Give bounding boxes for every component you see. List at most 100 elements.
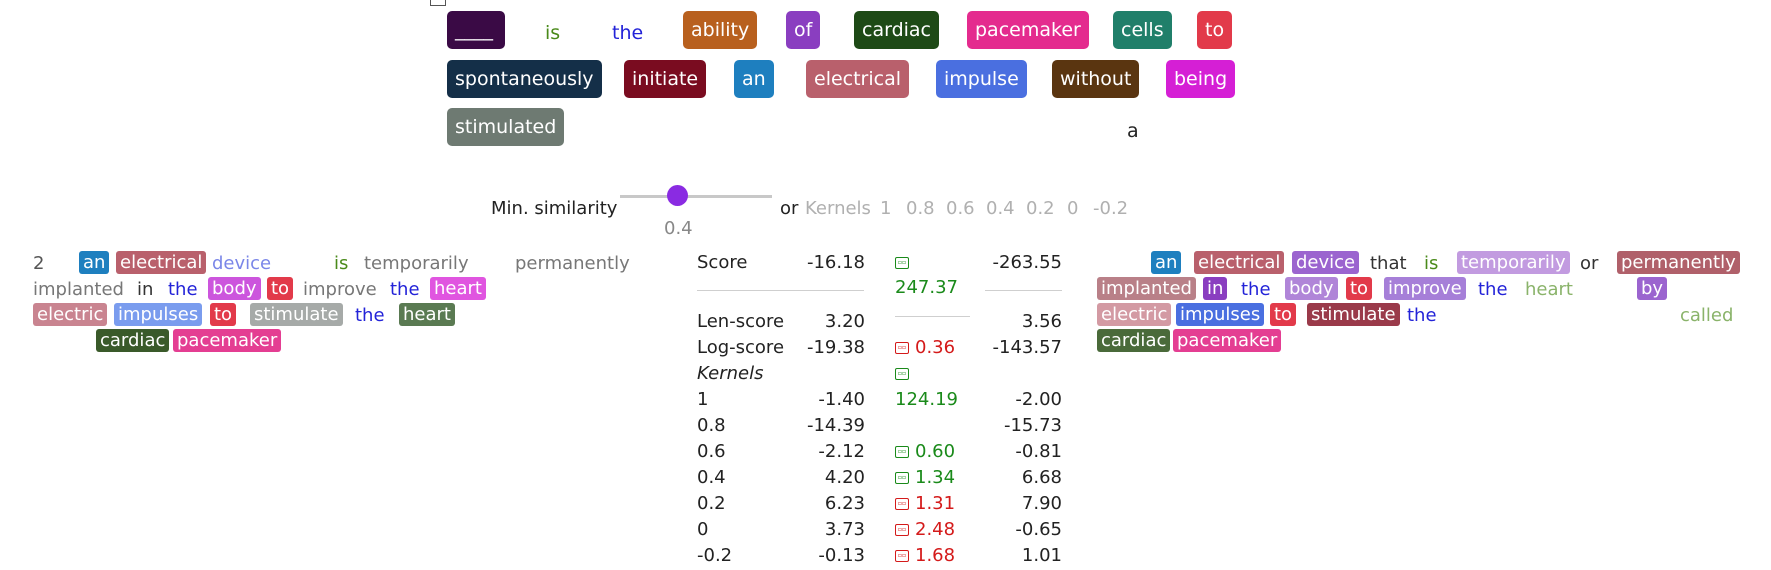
- passage-index: 2: [33, 253, 45, 274]
- kernel-key: 0.8: [697, 415, 726, 436]
- divider: [985, 290, 1062, 291]
- passage-token: heart: [399, 303, 455, 326]
- score-delta-value: 247.37: [895, 277, 958, 298]
- passage-token: electric: [33, 303, 108, 326]
- decrease-icon: ▫▫: [895, 342, 909, 354]
- passage-token: to: [267, 277, 294, 300]
- passage-token: the: [355, 305, 385, 326]
- score-delta: ▫▫: [895, 252, 915, 274]
- passage-token: implanted: [1097, 277, 1196, 300]
- kernel-delta: ▫▫ 2.48: [895, 519, 955, 541]
- passage-token: to: [210, 303, 237, 326]
- min-similarity-value: 0.4: [664, 218, 693, 239]
- passage-token: body: [208, 277, 261, 300]
- passage-token: electrical: [1194, 251, 1285, 274]
- passage-token: heart: [430, 277, 486, 300]
- len-right: 3.56: [1021, 311, 1062, 332]
- log-delta: ▫▫ 0.36: [895, 337, 955, 359]
- slider-thumb[interactable]: [667, 185, 688, 206]
- passage-token: improve: [303, 279, 377, 300]
- kernels-option-label[interactable]: Kernels: [805, 198, 871, 220]
- log-label: Log-score: [697, 337, 785, 358]
- passage-token: the: [1478, 279, 1508, 300]
- kernel-left: 4.20: [824, 467, 865, 488]
- passage-token: pacemaker: [1173, 329, 1282, 352]
- resize-icon: [430, 0, 446, 6]
- kernel-left: 6.23: [824, 493, 865, 514]
- kernel-right: -15.73: [1003, 415, 1062, 436]
- kernel-right: 1.01: [1021, 545, 1062, 566]
- passage-token: the: [168, 279, 198, 300]
- question-word: cells: [1113, 11, 1172, 49]
- passage-token: impulses: [114, 303, 203, 326]
- divider: [697, 290, 864, 291]
- question-word: being: [1166, 60, 1236, 98]
- passage-token: device: [1292, 251, 1360, 274]
- question-word: of: [786, 11, 821, 49]
- increase-icon: ▫▫: [895, 472, 909, 484]
- decrease-icon: ▫▫: [895, 498, 909, 510]
- kernel-option[interactable]: 0.4: [986, 198, 1015, 220]
- passage-token: the: [390, 279, 420, 300]
- kernel-left: -1.40: [818, 389, 865, 410]
- kernel-delta: ▫▫ 1.31: [895, 493, 955, 515]
- passage-token: in: [137, 279, 154, 300]
- or-label: or: [780, 198, 799, 219]
- kernel-right: 7.90: [1021, 493, 1062, 514]
- kernel-option[interactable]: 1: [880, 198, 891, 220]
- passage-token: body: [1285, 277, 1338, 300]
- passage-token: stimulate: [250, 303, 343, 326]
- kernel-right: 6.68: [1021, 467, 1062, 488]
- passage-token: permanently: [515, 253, 630, 274]
- question-word: stimulated: [447, 108, 565, 146]
- kernel-left: -14.39: [806, 415, 865, 436]
- kernel-delta: 124.19: [895, 389, 958, 410]
- min-similarity-slider[interactable]: [620, 195, 772, 198]
- question-word: electrical: [806, 60, 910, 98]
- score-left: -16.18: [806, 252, 865, 273]
- passage-token: impulses: [1176, 303, 1265, 326]
- kernel-delta: ▫▫ 1.68: [895, 545, 955, 567]
- len-left: 3.20: [824, 311, 865, 332]
- passage-token: electric: [1097, 303, 1172, 326]
- passage-token: pacemaker: [173, 329, 282, 352]
- kernel-option[interactable]: 0.6: [946, 198, 975, 220]
- passage-token: temporarily: [1457, 251, 1570, 274]
- kernel-option[interactable]: 0.2: [1026, 198, 1055, 220]
- kernel-left: -0.13: [818, 545, 865, 566]
- increase-icon: ▫▫: [895, 368, 909, 380]
- passage-token: the: [1241, 279, 1271, 300]
- len-label: Len-score: [697, 311, 785, 332]
- kernel-right: -0.81: [1015, 441, 1062, 462]
- kernel-delta: ▫▫ 0.60: [895, 441, 955, 463]
- passage-token: to: [1270, 303, 1297, 326]
- passage-token: in: [1203, 277, 1228, 300]
- kernel-option[interactable]: -0.2: [1093, 198, 1128, 220]
- divider: [895, 316, 970, 317]
- kernel-option[interactable]: 0: [1067, 198, 1078, 220]
- score-label: Score: [697, 252, 748, 273]
- question-word: is: [545, 22, 561, 44]
- passage-token: the: [1407, 305, 1437, 326]
- kernel-option[interactable]: 0.8: [906, 198, 935, 220]
- passage-token: by: [1637, 277, 1668, 300]
- question-word: impulse: [936, 60, 1027, 98]
- question-word: to: [1197, 11, 1233, 49]
- kernel-key: 0.4: [697, 467, 726, 488]
- question-word: initiate: [624, 60, 707, 98]
- log-left: -19.38: [806, 337, 865, 358]
- question-word: without: [1052, 60, 1140, 98]
- question-blank[interactable]: ____: [447, 11, 505, 49]
- increase-icon: ▫▫: [895, 446, 909, 458]
- kernel-key: -0.2: [697, 545, 733, 566]
- decrease-icon: ▫▫: [895, 550, 909, 562]
- kernel-key: 0.6: [697, 441, 726, 462]
- score-right: -263.55: [992, 252, 1062, 273]
- passage-token: stimulate: [1307, 303, 1400, 326]
- kernel-delta: ▫▫ 1.34: [895, 467, 955, 489]
- question-word: cardiac: [854, 11, 939, 49]
- passage-token: improve: [1384, 277, 1466, 300]
- question-word: an: [734, 60, 774, 98]
- passage-token: heart: [1525, 279, 1573, 300]
- passage-token: called: [1680, 305, 1734, 326]
